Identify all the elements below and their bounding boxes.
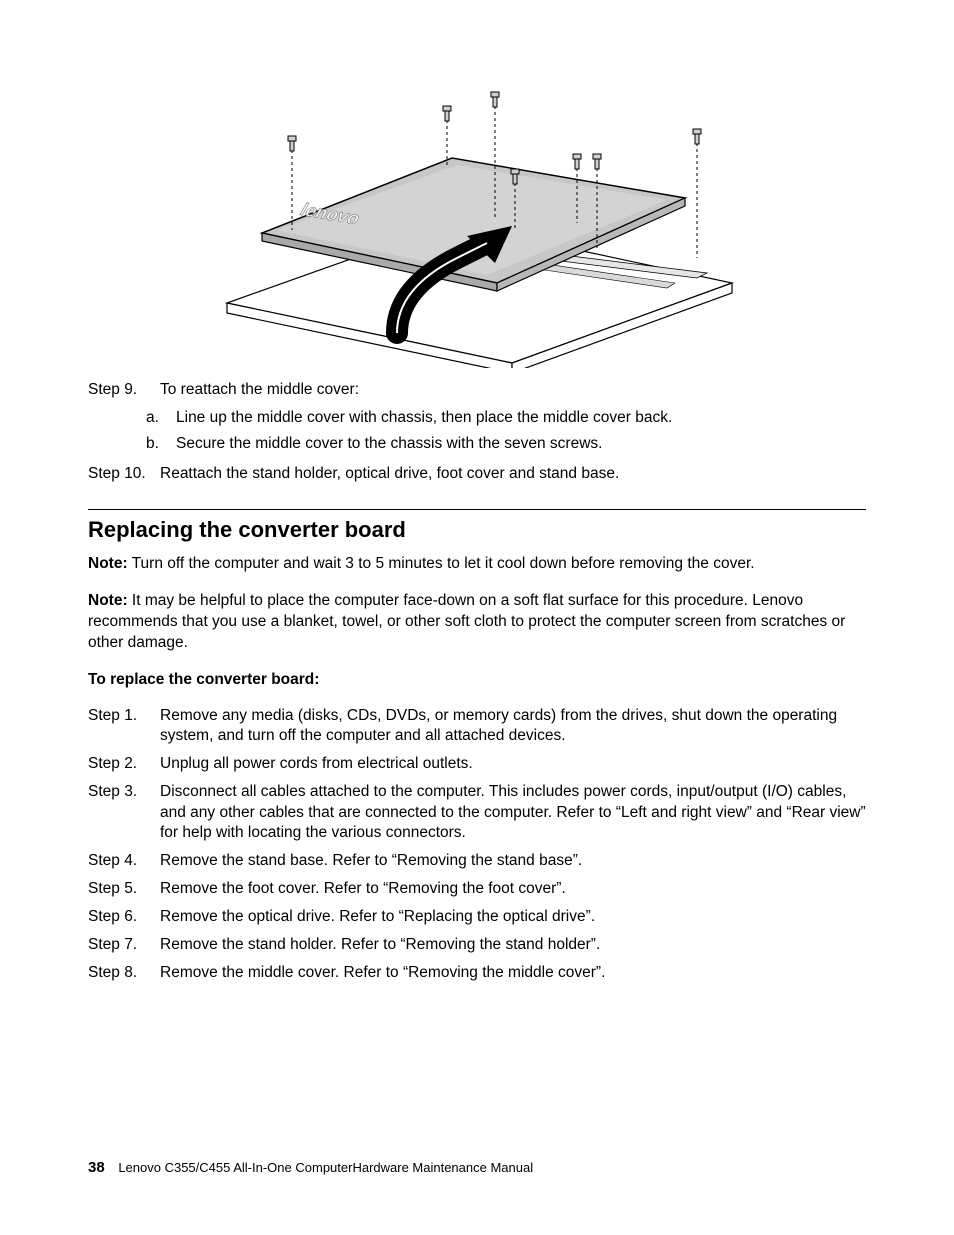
step-10: Step 10. Reattach the stand holder, opti… [88, 464, 866, 484]
step-label: Step 4. [88, 851, 160, 871]
step-6: Step 6. Remove the optical drive. Refer … [88, 907, 866, 927]
step-label: Step 9. [88, 380, 160, 400]
step-text: Reattach the stand holder, optical drive… [160, 464, 866, 484]
step-8: Step 8. Remove the middle cover. Refer t… [88, 963, 866, 983]
section-rule [88, 509, 866, 510]
substep-a: a. Line up the middle cover with chassis… [146, 408, 866, 428]
step-label: Step 8. [88, 963, 160, 983]
step-2: Step 2. Unplug all power cords from elec… [88, 754, 866, 774]
step-text: Remove the foot cover. Refer to “Removin… [160, 879, 866, 899]
figure-middle-cover: lenovo [197, 88, 757, 368]
step-text: Remove the stand base. Refer to “Removin… [160, 851, 866, 871]
step-7: Step 7. Remove the stand holder. Refer t… [88, 935, 866, 955]
note-text: It may be helpful to place the computer … [88, 592, 845, 651]
page-footer: 38 Lenovo C355/C455 All-In-One ComputerH… [88, 1158, 533, 1178]
step-label: Step 3. [88, 782, 160, 842]
step-4: Step 4. Remove the stand base. Refer to … [88, 851, 866, 871]
step-5: Step 5. Remove the foot cover. Refer to … [88, 879, 866, 899]
step-label: Step 10. [88, 464, 160, 484]
note-text: Turn off the computer and wait 3 to 5 mi… [132, 555, 755, 572]
step-label: Step 2. [88, 754, 160, 774]
note-2: Note: It may be helpful to place the com… [88, 591, 866, 654]
step-label: Step 6. [88, 907, 160, 927]
section-title: Replacing the converter board [88, 516, 866, 545]
step-text: Unplug all power cords from electrical o… [160, 754, 866, 774]
substep-text: Secure the middle cover to the chassis w… [176, 434, 866, 454]
step-label: Step 7. [88, 935, 160, 955]
page-number: 38 [88, 1159, 105, 1176]
step-label: Step 1. [88, 706, 160, 746]
step-3: Step 3. Disconnect all cables attached t… [88, 782, 866, 842]
footer-title: Lenovo C355/C455 All-In-One ComputerHard… [118, 1160, 533, 1175]
note-label: Note: [88, 592, 128, 609]
step-text: Remove the middle cover. Refer to “Remov… [160, 963, 866, 983]
step-9: Step 9. To reattach the middle cover: [88, 380, 866, 400]
note-1: Note: Turn off the computer and wait 3 t… [88, 554, 866, 575]
procedure-subhead: To replace the converter board: [88, 670, 866, 690]
substep-b: b. Secure the middle cover to the chassi… [146, 434, 866, 454]
step-text: Remove the stand holder. Refer to “Remov… [160, 935, 866, 955]
substep-label: a. [146, 408, 176, 428]
step-text: Remove the optical drive. Refer to “Repl… [160, 907, 866, 927]
substep-label: b. [146, 434, 176, 454]
step-label: Step 5. [88, 879, 160, 899]
step-9-substeps: a. Line up the middle cover with chassis… [88, 408, 866, 454]
diagram-svg: lenovo [197, 88, 757, 368]
step-1: Step 1. Remove any media (disks, CDs, DV… [88, 706, 866, 746]
step-text: Disconnect all cables attached to the co… [160, 782, 866, 842]
note-label: Note: [88, 555, 128, 572]
step-text: To reattach the middle cover: [160, 380, 866, 400]
step-text: Remove any media (disks, CDs, DVDs, or m… [160, 706, 866, 746]
substep-text: Line up the middle cover with chassis, t… [176, 408, 866, 428]
